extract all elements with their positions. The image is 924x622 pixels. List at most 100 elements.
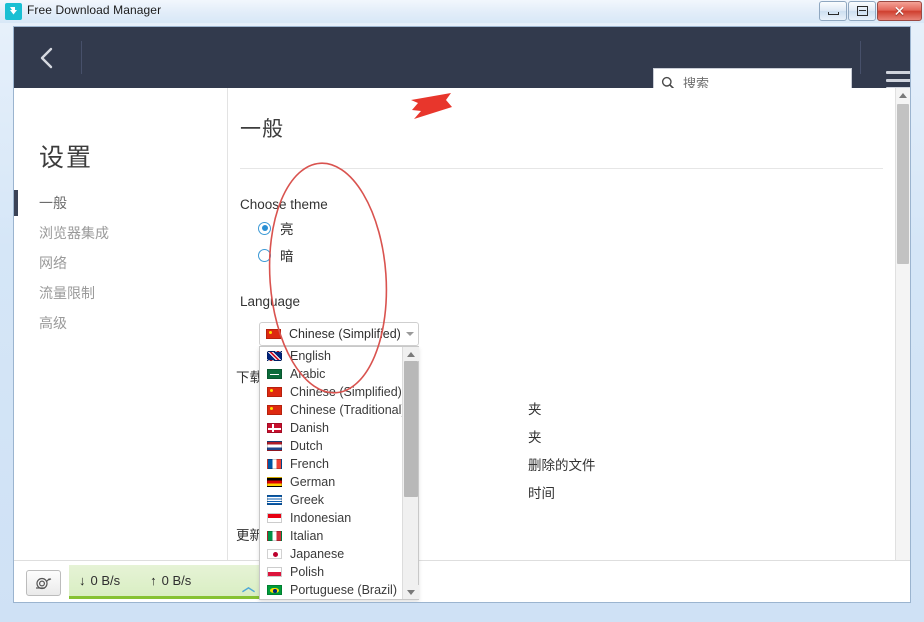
- flag-icon-netherlands: [267, 441, 282, 451]
- language-option[interactable]: Polish: [260, 563, 402, 581]
- language-select[interactable]: Chinese (Simplified): [259, 322, 419, 346]
- language-option[interactable]: Japanese: [260, 545, 402, 563]
- language-option-label: German: [290, 475, 335, 489]
- chevron-up-icon[interactable]: ︿: [242, 576, 255, 595]
- obscured-setting-row: 时间: [528, 482, 555, 502]
- dropdown-scrollbar[interactable]: [402, 347, 418, 599]
- sidebar-nav: 一般 浏览器集成 网络 流量限制 高级: [14, 188, 227, 338]
- back-button[interactable]: [28, 40, 66, 76]
- language-option-label: Arabic: [290, 367, 325, 381]
- flag-icon-italy: [267, 531, 282, 541]
- client-area: 设置 一般 浏览器集成 网络 流量限制: [13, 26, 911, 603]
- language-option[interactable]: Indonesian: [260, 509, 402, 527]
- settings-content: 设置 一般 浏览器集成 网络 流量限制: [14, 88, 910, 602]
- chevron-left-icon: [39, 46, 55, 70]
- language-option-label: French: [290, 457, 329, 471]
- upload-speed-value: 0 B/s: [162, 573, 192, 588]
- header-divider-right: [860, 41, 861, 74]
- obscured-setting-row: 夹: [528, 426, 542, 446]
- language-option[interactable]: Chinese (Traditional): [260, 401, 402, 419]
- language-option[interactable]: German: [260, 473, 402, 491]
- os-window-frame: Free Download Manager ✕: [0, 0, 924, 622]
- dropdown-scroll-down-button[interactable]: [403, 585, 419, 599]
- language-option[interactable]: Arabic: [260, 365, 402, 383]
- down-arrow-icon: ↓: [79, 573, 86, 588]
- theme-option-light[interactable]: 亮: [258, 218, 294, 238]
- dropdown-scrollbar-thumb[interactable]: [404, 361, 418, 497]
- speed-panel[interactable]: ↓ 0 B/s ↑ 0 B/s ︿: [69, 565, 269, 599]
- annotation-arrow-icon: [411, 93, 452, 119]
- dropdown-scroll-up-button[interactable]: [403, 347, 419, 361]
- language-label: Language: [240, 294, 300, 309]
- language-option[interactable]: Chinese (Simplified): [260, 383, 402, 401]
- language-option-label: Chinese (Simplified): [290, 385, 402, 399]
- scroll-up-button[interactable]: [896, 88, 910, 103]
- sidebar-item-advanced[interactable]: 高级: [14, 308, 227, 338]
- flag-icon-poland: [267, 567, 282, 577]
- language-option-label: Danish: [290, 421, 329, 435]
- upload-speed: ↑ 0 B/s: [150, 573, 191, 588]
- sidebar-item-network[interactable]: 网络: [14, 248, 227, 278]
- page-title: 设置: [39, 138, 93, 174]
- maximize-button[interactable]: [848, 1, 876, 21]
- language-select-value: Chinese (Simplified): [289, 327, 401, 341]
- download-speed-value: 0 B/s: [91, 573, 121, 588]
- title-bar: Free Download Manager ✕: [0, 0, 924, 23]
- application-window: Free Download Manager ✕: [0, 0, 924, 622]
- obscured-setting-row: 夹: [528, 398, 542, 418]
- language-option-label: Greek: [290, 493, 324, 507]
- radio-button-light[interactable]: [258, 222, 271, 235]
- language-option[interactable]: Portuguese (Brazil): [260, 581, 402, 599]
- window-title: Free Download Manager: [27, 3, 161, 17]
- language-option[interactable]: Dutch: [260, 437, 402, 455]
- general-settings-panel: 一般 Choose theme 亮 暗 Language 下载 更新: [228, 88, 895, 602]
- flag-icon-greece: [267, 495, 282, 505]
- main-scrollbar[interactable]: [895, 88, 910, 602]
- sidebar-item-traffic-limit[interactable]: 流量限制: [14, 278, 227, 308]
- language-option[interactable]: Danish: [260, 419, 402, 437]
- sidebar-item-label: 高级: [39, 315, 67, 331]
- minimize-icon: [828, 12, 839, 15]
- sidebar-item-browser-integration[interactable]: 浏览器集成: [14, 218, 227, 248]
- main-scrollbar-thumb[interactable]: [897, 104, 909, 264]
- language-option-label: Indonesian: [290, 511, 351, 525]
- sidebar-item-label: 浏览器集成: [39, 225, 109, 241]
- language-option[interactable]: French: [260, 455, 402, 473]
- close-button[interactable]: ✕: [877, 1, 922, 21]
- language-option-label: Portuguese (Brazil): [290, 583, 397, 597]
- language-option[interactable]: English: [260, 347, 402, 365]
- language-option[interactable]: Greek: [260, 491, 402, 509]
- chevron-down-icon: [406, 332, 414, 336]
- maximize-icon: [857, 6, 868, 16]
- theme-option-dark[interactable]: 暗: [258, 245, 294, 265]
- flag-icon-denmark: [267, 423, 282, 433]
- section-heading-general: 一般: [240, 113, 284, 143]
- language-option-label: Dutch: [290, 439, 323, 453]
- triangle-down-icon: [407, 590, 415, 595]
- flag-icon-indonesia: [267, 513, 282, 523]
- sidebar-item-label: 网络: [39, 255, 67, 271]
- download-speed: ↓ 0 B/s: [79, 573, 120, 588]
- flag-icon-japan: [267, 549, 282, 559]
- settings-sidebar: 设置 一般 浏览器集成 网络 流量限制: [14, 88, 228, 602]
- flag-icon-germany: [267, 477, 282, 487]
- snail-icon[interactable]: [26, 570, 61, 596]
- flag-icon-saudi: [267, 369, 282, 379]
- status-bar: ↓ 0 B/s ↑ 0 B/s ︿: [14, 560, 910, 602]
- language-option-label: Polish: [290, 565, 324, 579]
- sidebar-item-label: 流量限制: [39, 285, 95, 301]
- sidebar-item-general[interactable]: 一般: [14, 188, 227, 218]
- window-controls: ✕: [818, 1, 922, 22]
- radio-button-dark[interactable]: [258, 249, 271, 262]
- minimize-button[interactable]: [819, 1, 847, 21]
- language-option[interactable]: Italian: [260, 527, 402, 545]
- obscured-setting-row: 删除的文件: [528, 454, 596, 474]
- language-dropdown-list[interactable]: English Arabic Chinese (Simplified) Chinese…: [259, 346, 419, 600]
- up-arrow-icon: ↑: [150, 573, 157, 588]
- language-option-label: English: [290, 349, 331, 363]
- triangle-up-icon: [899, 93, 907, 98]
- flag-icon-uk: [267, 351, 282, 361]
- app-header-bar: [14, 27, 910, 88]
- language-options[interactable]: English Arabic Chinese (Simplified) Chinese…: [260, 347, 402, 599]
- theme-option-dark-label: 暗: [280, 245, 294, 265]
